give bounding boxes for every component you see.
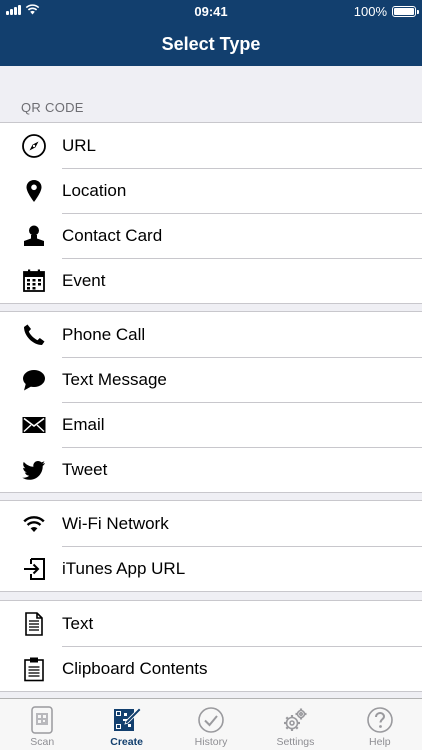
row-text[interactable]: Text (0, 601, 422, 646)
tab-label: Create (110, 736, 143, 748)
row-label: Clipboard Contents (62, 658, 208, 678)
row-label: Tweet (62, 459, 108, 479)
create-qr-icon (112, 705, 142, 735)
row-label: Contact Card (62, 225, 163, 245)
row-label: Text Message (62, 369, 167, 389)
compass-icon (21, 133, 47, 159)
tab-bar: Scan Create History Settings Help (0, 698, 422, 750)
question-icon (365, 705, 395, 735)
row-label: Email (62, 414, 105, 434)
row-label: Text (62, 613, 94, 633)
app-enter-icon (21, 556, 47, 582)
wifi-icon (21, 511, 47, 537)
row-itunes-app-url[interactable]: iTunes App URL (0, 546, 422, 591)
clipboard-icon (21, 656, 47, 682)
tab-label: Scan (30, 736, 55, 748)
document-icon (21, 611, 47, 637)
tab-label: Settings (276, 736, 315, 748)
person-icon (21, 223, 47, 249)
row-label: URL (62, 135, 97, 155)
row-label: iTunes App URL (62, 558, 186, 578)
battery-icon (392, 6, 419, 17)
tab-settings[interactable]: Settings (253, 699, 337, 750)
row-clipboard-contents[interactable]: Clipboard Contents (0, 646, 422, 691)
checkmark-circle-icon (196, 705, 226, 735)
speech-bubble-icon (21, 367, 47, 393)
tab-scan[interactable]: Scan (0, 699, 84, 750)
row-label: Phone Call (62, 324, 146, 344)
twitter-bird-icon (21, 457, 47, 483)
envelope-icon (21, 412, 47, 438)
row-label: Wi-Fi Network (62, 513, 169, 533)
battery-percent: 100% (353, 4, 387, 19)
row-phone-call[interactable]: Phone Call (0, 312, 422, 357)
page-title: Select Type (161, 34, 261, 54)
scan-qr-icon (27, 705, 57, 735)
tab-history[interactable]: History (169, 699, 253, 750)
row-url[interactable]: URL (0, 123, 422, 168)
tab-help[interactable]: Help (338, 699, 422, 750)
gears-icon (280, 705, 310, 735)
group-basic: URL Location Contact Card Event (0, 122, 422, 304)
row-label: Event (62, 270, 106, 290)
row-email[interactable]: Email (0, 402, 422, 447)
row-wifi-network[interactable]: Wi-Fi Network (0, 501, 422, 546)
navigation-bar: 09:41 100% Select Type (0, 0, 422, 66)
phone-icon (21, 322, 47, 348)
calendar-icon (21, 268, 47, 294)
group-text: Text Clipboard Contents (0, 600, 422, 692)
row-tweet[interactable]: Tweet (0, 447, 422, 492)
status-bar: 09:41 100% (0, 0, 422, 22)
group-network: Wi-Fi Network iTunes App URL (0, 500, 422, 592)
row-contact-card[interactable]: Contact Card (0, 213, 422, 258)
row-event[interactable]: Event (0, 258, 422, 303)
tab-label: History (194, 736, 228, 748)
tab-create[interactable]: Create (84, 699, 168, 750)
row-location[interactable]: Location (0, 168, 422, 213)
section-header-qr-code: QR CODE (21, 100, 84, 115)
row-label: Location (62, 180, 127, 200)
map-pin-icon (21, 178, 47, 204)
row-text-message[interactable]: Text Message (0, 357, 422, 402)
tab-label: Help (369, 736, 391, 748)
group-communication: Phone Call Text Message Email Tweet (0, 311, 422, 493)
